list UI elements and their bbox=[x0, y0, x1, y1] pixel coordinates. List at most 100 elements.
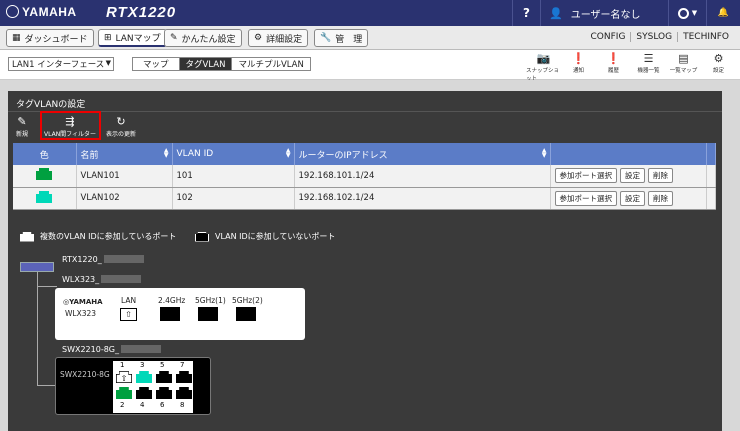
delete-button[interactable]: 削除 bbox=[648, 190, 673, 206]
device-list-button[interactable]: ☰ 機器一覧 bbox=[631, 52, 666, 82]
user-name: ユーザー名なし bbox=[570, 9, 641, 21]
vlan-name: VLAN101 bbox=[76, 165, 173, 188]
port-number: 5 bbox=[160, 361, 165, 369]
notification-button[interactable]: ❗ 通知 bbox=[561, 52, 596, 82]
status-menu[interactable]: ▼ bbox=[668, 0, 706, 26]
col-vlan-id[interactable]: VLAN ID ▲ ▼ bbox=[172, 143, 295, 165]
history-icon: ❗ bbox=[606, 52, 621, 65]
select-ports-button[interactable]: 参加ポート選択 bbox=[554, 190, 617, 206]
col-actions bbox=[550, 143, 707, 165]
switch-port-6[interactable] bbox=[156, 387, 172, 399]
port-color-icon bbox=[36, 168, 53, 183]
switch-port-8[interactable] bbox=[176, 387, 192, 399]
tree-line bbox=[37, 272, 38, 385]
delete-button[interactable]: 削除 bbox=[648, 168, 673, 184]
wlx-port-label: LAN bbox=[121, 296, 137, 305]
router-icon[interactable] bbox=[20, 262, 54, 272]
wrench-icon: 🔧 bbox=[320, 33, 332, 43]
switch-port-1[interactable]: ⇧ bbox=[116, 371, 132, 383]
redacted-text bbox=[101, 275, 142, 283]
router-label[interactable]: RTX1220_ bbox=[62, 255, 144, 264]
switch-port-7[interactable] bbox=[176, 371, 192, 383]
refresh-icon: ↻ bbox=[116, 115, 126, 128]
table-row: VLAN101 101 192.168.101.1/24 参加ポート選択 設定 削除 bbox=[13, 165, 716, 188]
swx-label[interactable]: SWX2210-8G_ bbox=[62, 345, 162, 354]
new-icon: ✎ bbox=[17, 115, 27, 128]
wlx-brand: ◎YAMAHA bbox=[63, 298, 103, 306]
legend-multi: 複数のVLAN IDに参加しているポート bbox=[20, 231, 176, 242]
redacted-text bbox=[103, 255, 144, 263]
highlight-box bbox=[40, 111, 101, 140]
dashboard-icon: ▦ bbox=[12, 33, 21, 43]
wlx-model: WLX323 bbox=[65, 309, 97, 318]
syslog-link[interactable]: SYSLOG bbox=[630, 32, 677, 42]
wlx-port-label: 5GHz(2) bbox=[232, 296, 263, 305]
wireless-port-icon[interactable] bbox=[160, 307, 180, 321]
new-vlan-button[interactable]: ✎ 新規 bbox=[16, 115, 28, 138]
lan-port-icon[interactable]: ⇧ bbox=[120, 308, 137, 321]
user-icon: 👤 bbox=[549, 6, 563, 20]
sort-icon: ▲ ▼ bbox=[285, 147, 291, 159]
tab-lanmap[interactable]: ⊞ LANマップ bbox=[98, 29, 167, 47]
sort-icon: ▲ ▼ bbox=[163, 147, 169, 159]
bell-icon[interactable]: 🔔 bbox=[706, 0, 740, 26]
vlan-color-cell bbox=[13, 165, 77, 188]
port-number: 7 bbox=[180, 361, 185, 369]
config-link[interactable]: CONFIG bbox=[586, 32, 631, 42]
edit-button[interactable]: 設定 bbox=[620, 190, 645, 206]
view-tab-map[interactable]: マップ bbox=[133, 58, 179, 70]
white-port-icon bbox=[20, 231, 34, 242]
brand-text: YAMAHA bbox=[22, 5, 77, 19]
switch-port-5[interactable] bbox=[156, 371, 172, 383]
redacted-text bbox=[121, 345, 162, 353]
lanmap-icon: ⊞ bbox=[104, 32, 112, 43]
divider bbox=[8, 111, 722, 112]
port-number: 8 bbox=[180, 401, 185, 409]
utility-links: CONFIG SYSLOG TECHINFO bbox=[586, 32, 734, 42]
col-ip[interactable]: ルーターのIPアドレス ▲ ▼ bbox=[294, 143, 551, 165]
tab-dashboard[interactable]: ▦ ダッシュボード bbox=[6, 29, 94, 47]
history-button[interactable]: ❗ 履歴 bbox=[596, 52, 631, 82]
user-menu[interactable]: 👤 ユーザー名なし bbox=[540, 0, 668, 26]
edit-button[interactable]: 設定 bbox=[620, 168, 645, 184]
list-icon: ☰ bbox=[643, 52, 654, 65]
techinfo-link[interactable]: TECHINFO bbox=[677, 32, 734, 42]
select-ports-button[interactable]: 参加ポート選択 bbox=[554, 168, 617, 184]
port-number: 6 bbox=[160, 401, 165, 409]
swx-device-card[interactable]: SWX2210-8G 1 3 5 7 ⇧ 2 4 6 8 bbox=[55, 357, 211, 415]
spacer-cell bbox=[706, 187, 716, 210]
wizard-icon: ✎ bbox=[170, 33, 178, 43]
wlx-label[interactable]: WLX323_ bbox=[62, 275, 142, 284]
interface-select[interactable]: LAN1 インターフェース ▼ bbox=[8, 57, 114, 71]
wireless-port-icon[interactable] bbox=[198, 307, 218, 321]
tab-advanced-settings[interactable]: ⚙ 詳細設定 bbox=[248, 29, 309, 47]
chevron-down-icon: ▼ bbox=[105, 59, 111, 67]
col-name[interactable]: 名前 ▲ ▼ bbox=[76, 143, 173, 165]
panel-title: タグVLANの設定 bbox=[16, 100, 86, 110]
vlan-name: VLAN102 bbox=[76, 187, 173, 210]
wireless-port-icon[interactable] bbox=[236, 307, 256, 321]
settings-icon: ⚙ bbox=[713, 52, 724, 65]
view-tab-multiple-vlan[interactable]: マルチプルVLAN bbox=[231, 58, 309, 70]
chevron-down-icon: ▼ bbox=[691, 9, 698, 17]
help-button[interactable]: ? bbox=[512, 0, 540, 26]
wlx-device-card[interactable]: ◎YAMAHA WLX323 LAN ⇧ 2.4GHz 5GHz(1) 5GHz… bbox=[55, 288, 305, 340]
swx-model: SWX2210-8G bbox=[60, 370, 110, 379]
map-toolbar: LAN1 インターフェース ▼ マップ タグVLAN マルチプルVLAN 📷 スナッ… bbox=[0, 50, 740, 82]
switch-port-3[interactable] bbox=[136, 371, 152, 383]
settings-button[interactable]: ⚙ 設定 bbox=[701, 52, 736, 82]
col-spacer bbox=[706, 143, 716, 165]
switch-port-4[interactable] bbox=[136, 387, 152, 399]
refresh-button[interactable]: ↻ 表示の更新 bbox=[106, 115, 136, 138]
snapshot-button[interactable]: 📷 スナップショット bbox=[526, 52, 561, 82]
map-icon: ▤ bbox=[678, 52, 689, 65]
tab-management[interactable]: 🔧 管 理 bbox=[314, 29, 369, 47]
tree-line bbox=[37, 385, 57, 386]
switch-port-2[interactable] bbox=[116, 387, 132, 399]
port-number: 2 bbox=[120, 401, 125, 409]
svg-text:⇧: ⇧ bbox=[121, 374, 128, 383]
view-tab-tag-vlan[interactable]: タグVLAN bbox=[178, 58, 232, 70]
main-nav: ▦ ダッシュボード ⊞ LANマップ ✎ かんたん設定 ⚙ 詳細設定 🔧 管 理 CONF… bbox=[0, 26, 740, 50]
tab-easy-settings[interactable]: ✎ かんたん設定 bbox=[164, 29, 242, 47]
overview-map-button[interactable]: ▤ 一覧マップ bbox=[666, 52, 701, 82]
